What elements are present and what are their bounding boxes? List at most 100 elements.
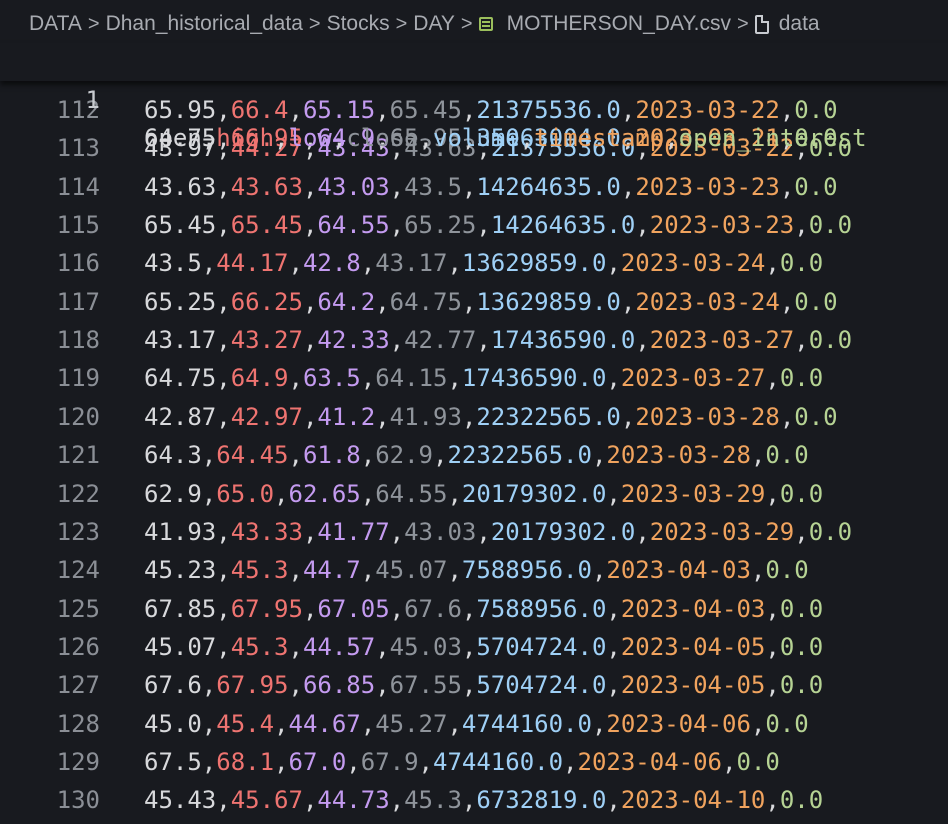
cell-open-interest: 0.0 [794, 402, 838, 431]
cell-close: 45.07 [375, 556, 448, 585]
cell-high: 68.1 [216, 748, 275, 776]
breadcrumb-item-data-folder[interactable]: DATA [29, 12, 82, 36]
cell-open: 45.23 [144, 556, 217, 585]
code-line[interactable]: 127 67.6,67.95,66.85,67.55,5704724.0,2023… [0, 666, 948, 704]
cell-open: 42.87 [144, 402, 217, 431]
line-number: 126 [56, 632, 100, 661]
code-line[interactable]: 125 67.85,67.95,67.05,67.6,7588956.0,2023… [0, 590, 948, 628]
cell-low: 61.8 [302, 441, 361, 470]
cell-close: 43.5 [404, 172, 462, 201]
cell-open: 67.5 [144, 748, 202, 776]
line-content: 45.0,45.4,44.67,45.27,4744160.0,2023-04-… [144, 709, 809, 738]
code-line[interactable]: 123 41.93,43.33,41.77,43.03,20179302.0,20… [0, 513, 948, 551]
cell-open-interest: 0.0 [779, 249, 824, 278]
code-line[interactable]: 119 64.75,64.9,63.5,64.15,17436590.0,2023… [0, 359, 948, 397]
cell-close: 43.17 [375, 249, 448, 278]
cell-open: 43.17 [144, 326, 217, 355]
cell-timestamp: 2023-03-23 [635, 172, 780, 201]
code-line[interactable]: 117 65.25,66.25,64.2,64.75,13629859.0,202… [0, 283, 948, 321]
header-field-open: open [144, 124, 202, 152]
cell-open-interest: 0.0 [779, 632, 824, 661]
breadcrumb-item-dhan-historical-data[interactable]: Dhan_historical_data [106, 12, 303, 36]
header-field-open-interest: open_interest [678, 124, 867, 152]
cell-low: 64.2 [317, 287, 376, 316]
line-number: 119 [56, 364, 100, 393]
line-number: 120 [56, 402, 100, 431]
cell-close: 64.15 [375, 364, 448, 393]
cell-volume: 14264635.0 [490, 211, 636, 240]
line-number: 122 [56, 479, 100, 508]
line-number: 124 [56, 556, 100, 585]
cell-timestamp: 2023-03-29 [620, 479, 766, 508]
code-line[interactable]: 128 45.0,45.4,44.67,45.27,4744160.0,2023-… [0, 705, 948, 743]
cell-volume: 6732819.0 [476, 786, 607, 815]
cell-timestamp: 2023-04-06 [577, 748, 723, 776]
cell-open-interest: 0.0 [808, 326, 853, 355]
csv-table-icon [478, 17, 493, 31]
line-number: 129 [56, 748, 100, 776]
code-line[interactable]: 115 65.45,65.45,64.55,65.25,14264635.0,20… [0, 206, 948, 244]
cell-open-interest: 0.0 [779, 479, 824, 508]
cell-high: 64.9 [230, 364, 289, 393]
code-line[interactable]: 129 67.5,68.1,67.0,67.9,4744160.0,2023-04… [0, 743, 948, 781]
line-number: 128 [56, 709, 100, 738]
breadcrumb-item-file[interactable]: MOTHERSON_DAY.csv [507, 12, 731, 36]
code-line[interactable]: 114 43.63,43.63,43.03,43.5,14264635.0,202… [0, 168, 948, 206]
breadcrumb-item-stocks[interactable]: Stocks [327, 12, 390, 36]
cell-timestamp: 2023-04-05 [620, 671, 766, 700]
cell-open-interest: 0.0 [779, 594, 824, 623]
code-line[interactable]: 121 64.3,64.45,61.8,62.9,22322565.0,2023-… [0, 436, 948, 474]
cell-low: 41.2 [317, 402, 376, 431]
cell-open: 45.0 [144, 709, 202, 738]
cell-open-interest: 0.0 [808, 211, 853, 240]
code-line[interactable]: 122 62.9,65.0,62.65,64.55,20179302.0,2023… [0, 475, 948, 513]
cell-timestamp: 2023-04-03 [606, 556, 751, 585]
cell-low: 41.77 [317, 517, 390, 546]
code-line[interactable]: 130 45.43,45.67,44.73,45.3,6732819.0,2023… [0, 781, 948, 819]
cell-volume: 20179302.0 [461, 479, 607, 508]
cell-open: 41.93 [144, 517, 217, 546]
cell-timestamp: 2023-04-10 [620, 786, 766, 815]
cell-close: 42.77 [404, 326, 477, 355]
code-line[interactable]: 118 43.17,43.27,42.33,42.77,17436590.0,20… [0, 321, 948, 359]
cell-timestamp: 2023-04-03 [620, 594, 766, 623]
cell-volume: 17436590.0 [461, 364, 607, 393]
cell-volume: 14264635.0 [476, 172, 621, 201]
cell-timestamp: 2023-04-05 [620, 632, 766, 661]
line-number: 116 [56, 249, 100, 278]
code-line[interactable]: 126 45.07,45.3,44.57,45.03,5704724.0,2023… [0, 628, 948, 666]
line-number: 1 [85, 86, 100, 114]
breadcrumb-item-symbol-data[interactable]: data [779, 12, 820, 36]
cell-open-interest: 0.0 [779, 364, 824, 393]
cell-low: 64.55 [317, 211, 390, 240]
sticky-header-line[interactable]: 1 open,high,low,close,volume,timestamp,o… [0, 43, 948, 152]
cell-timestamp: 2023-04-06 [606, 709, 751, 738]
cell-volume: 17436590.0 [490, 326, 636, 355]
header-field-low: low [288, 124, 332, 152]
cell-open: 64.3 [144, 441, 202, 470]
line-content: 43.17,43.27,42.33,42.77,17436590.0,2023-… [144, 326, 853, 355]
line-content: 43.5,44.17,42.8,43.17,13629859.0,2023-03… [144, 249, 824, 278]
line-content: 64.75,64.9,63.5,64.15,17436590.0,2023-03… [144, 364, 824, 393]
cell-volume: 5704724.0 [476, 632, 607, 661]
cell-open-interest: 0.0 [794, 172, 838, 201]
cell-close: 64.75 [389, 287, 462, 316]
code-line[interactable]: 116 43.5,44.17,42.8,43.17,13629859.0,2023… [0, 244, 948, 282]
breadcrumb-item-day[interactable]: DAY [413, 12, 455, 36]
code-line[interactable]: 124 45.23,45.3,44.7,45.07,7588956.0,2023-… [0, 551, 948, 589]
cell-open: 43.63 [144, 172, 217, 201]
cell-timestamp: 2023-03-28 [606, 441, 751, 470]
line-content: 67.5,68.1,67.0,67.9,4744160.0,2023-04-06… [144, 748, 780, 776]
cell-close: 45.27 [375, 709, 448, 738]
cell-timestamp: 2023-03-23 [649, 211, 795, 240]
cell-low: 44.67 [288, 709, 361, 738]
line-number: 127 [56, 671, 100, 700]
cell-timestamp: 2023-03-24 [620, 249, 766, 278]
cell-high: 67.95 [230, 594, 303, 623]
line-content: 45.07,45.3,44.57,45.03,5704724.0,2023-04… [144, 632, 824, 661]
header-field-volume: volume [433, 124, 520, 152]
cell-high: 45.3 [230, 556, 289, 585]
line-content: 65.45,65.45,64.55,65.25,14264635.0,2023-… [144, 211, 853, 240]
cell-low: 43.03 [317, 172, 390, 201]
code-line[interactable]: 120 42.87,42.97,41.2,41.93,22322565.0,202… [0, 398, 948, 436]
